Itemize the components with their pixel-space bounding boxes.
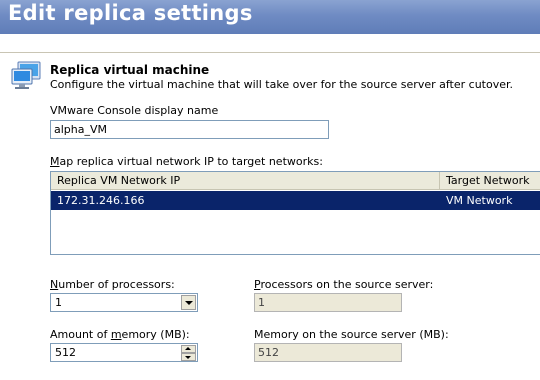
virtual-machine-icon	[11, 61, 41, 89]
list-header: Replica VM Network IP Target Network	[51, 172, 540, 190]
source-memory-label: Memory on the source server (MB):	[254, 328, 449, 341]
spin-up-icon[interactable]	[181, 345, 196, 353]
column-header-target-network[interactable]: Target Network	[440, 172, 540, 190]
memory-hotkey: m	[110, 328, 122, 341]
processors-hotkey: N	[50, 278, 59, 291]
processors-value: 1	[55, 296, 62, 309]
display-name-input[interactable]: alpha_VM	[50, 120, 329, 139]
column-header-replica-ip[interactable]: Replica VM Network IP	[51, 172, 440, 190]
spin-down-icon[interactable]	[181, 353, 196, 361]
network-map-label: Map replica virtual network IP to target…	[50, 155, 323, 168]
processors-label-text: umber of processors:	[58, 278, 175, 291]
source-processors-field: 1	[254, 293, 402, 312]
memory-stepper[interactable]: 512	[50, 343, 198, 362]
display-name-label: VMware Console display name	[50, 104, 219, 117]
row-network: VM Network	[446, 194, 513, 207]
network-map-label-text: ap replica virtual network IP to target …	[59, 155, 323, 168]
dialog-header: Edit replica settings	[0, 0, 540, 34]
source-processors-label: Processors on the source server:	[254, 278, 433, 291]
row-ip: 172.31.246.166	[57, 194, 145, 207]
memory-label: Amount of memory (MB):	[50, 328, 190, 341]
chevron-down-icon[interactable]	[181, 295, 196, 310]
memory-value: 512	[55, 346, 76, 359]
dialog-title: Edit replica settings	[8, 1, 253, 25]
memory-label-text: emory (MB):	[121, 328, 190, 341]
processors-label: Number of processors:	[50, 278, 175, 291]
source-memory-field: 512	[254, 343, 402, 362]
section-title: Replica virtual machine	[50, 63, 210, 77]
section-description: Configure the virtual machine that will …	[50, 78, 513, 91]
source-processors-label-text: rocessors on the source server:	[260, 278, 434, 291]
processors-dropdown[interactable]: 1	[50, 293, 198, 312]
table-row[interactable]: 172.31.246.166 VM Network	[51, 191, 540, 210]
network-map-list[interactable]: Replica VM Network IP Target Network 172…	[50, 171, 540, 255]
network-map-hotkey: M	[50, 155, 60, 168]
memory-label-prefix: Amount of	[50, 328, 111, 341]
